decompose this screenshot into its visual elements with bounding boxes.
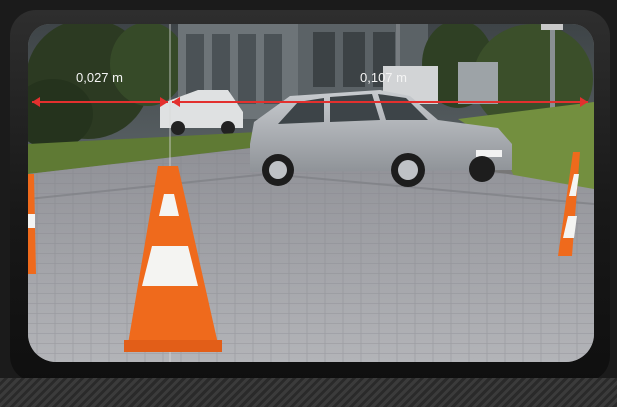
dashboard-trim [0, 378, 617, 407]
mirror-housing: 0,027 m 0,107 m [0, 0, 617, 407]
mirror-scene: 0,027 m 0,107 m [28, 24, 594, 362]
measurement-label-right: 0,107 m [360, 70, 407, 85]
mirror-view: 0,027 m 0,107 m [28, 24, 594, 362]
measurement-label-left: 0,027 m [76, 70, 123, 85]
lamp-head [541, 24, 563, 30]
